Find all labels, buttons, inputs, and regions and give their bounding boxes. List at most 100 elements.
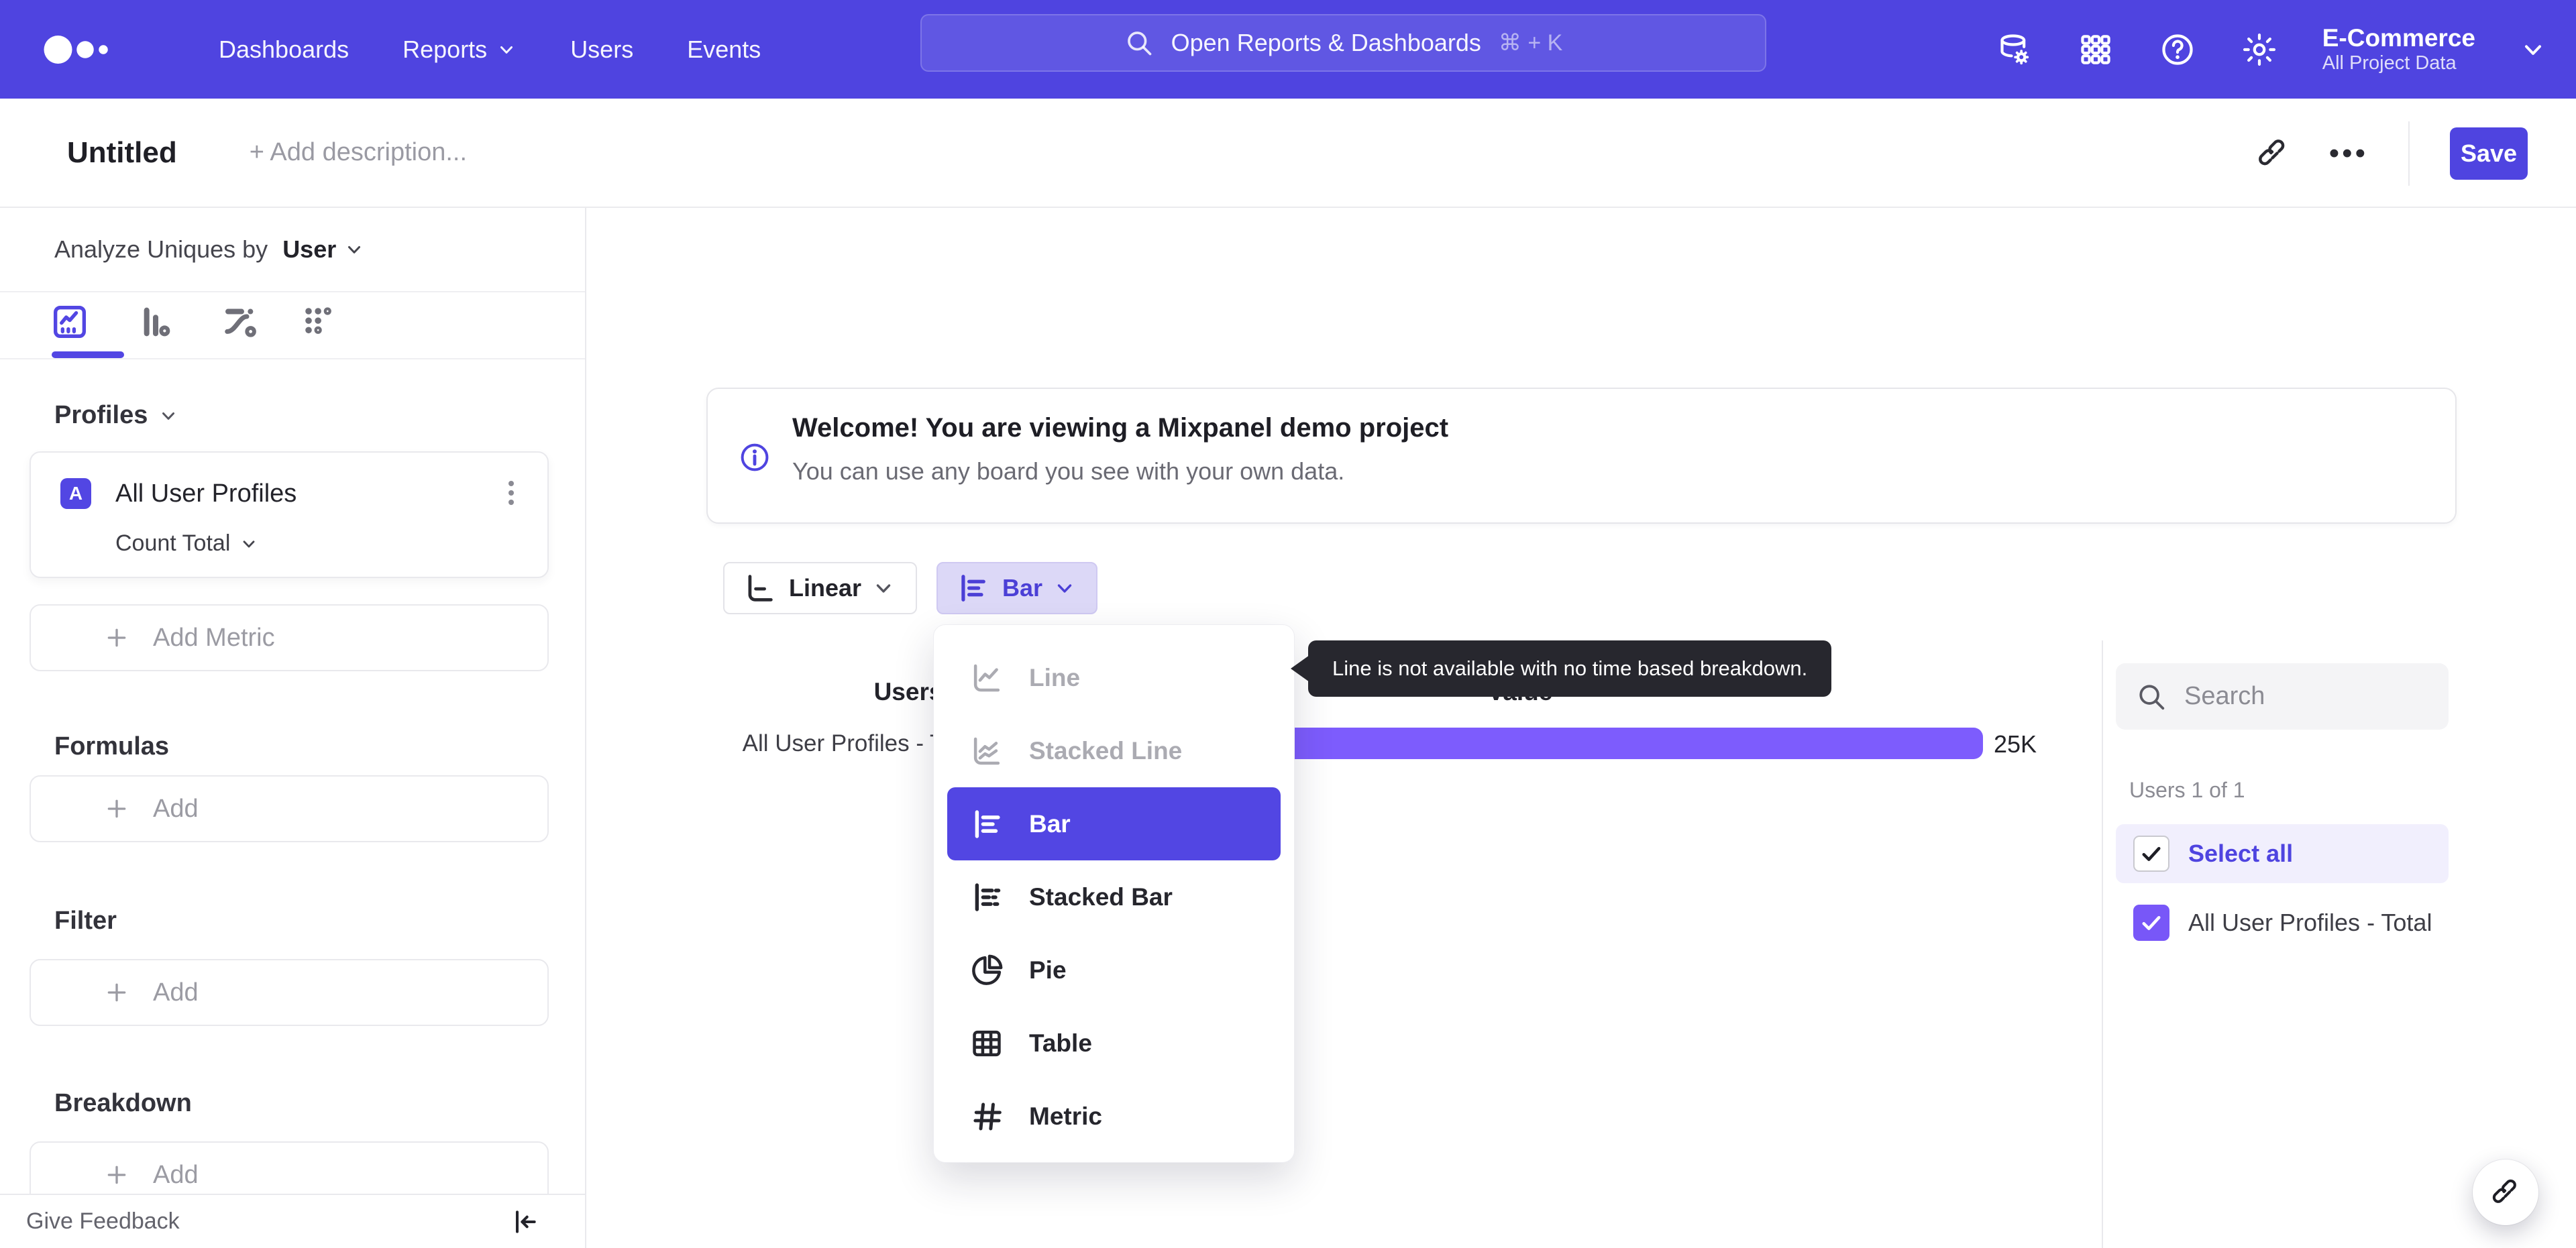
- profiles-label: Profiles: [54, 401, 148, 429]
- nav-item-dashboards[interactable]: Dashboards: [192, 36, 376, 64]
- plus-icon: [107, 799, 126, 818]
- add-formula-label: Add: [153, 794, 199, 823]
- add-metric-button[interactable]: Add Metric: [30, 604, 549, 671]
- project-switcher[interactable]: E-Commerce All Project Data: [2322, 24, 2475, 75]
- search-icon: [1127, 32, 1151, 56]
- chart-type-menu: Line Stacked Line Bar Stacked Bar Pie Ta…: [933, 624, 1295, 1163]
- analyze-by-label: Analyze Uniques by: [54, 235, 268, 263]
- plus-icon: [107, 1166, 126, 1184]
- global-search-button[interactable]: Open Reports & Dashboards ⌘ + K: [920, 14, 1766, 72]
- nav-item-events[interactable]: Events: [660, 36, 788, 64]
- series-count-label: Users 1 of 1: [2129, 778, 2245, 802]
- stacked-bar-chart-icon: [969, 879, 1005, 915]
- nav-item-label: Users: [570, 35, 634, 63]
- aggregation-value: Count Total: [115, 530, 231, 556]
- add-filter-button[interactable]: Add: [30, 959, 549, 1026]
- bar-chart-icon: [955, 571, 990, 606]
- chart-type-dropdown-button[interactable]: Bar: [936, 562, 1097, 614]
- nav-item-users[interactable]: Users: [543, 36, 660, 64]
- menu-item-table[interactable]: Table: [947, 1007, 1281, 1080]
- series-row-all-user-profiles-total[interactable]: All User Profiles - Total: [2116, 893, 2449, 952]
- line-disabled-tooltip: Line is not available with no time based…: [1291, 640, 1832, 697]
- chevron-down-icon: [348, 246, 361, 253]
- hash-metric-icon: [969, 1098, 1005, 1135]
- metric-badge: A: [60, 478, 91, 509]
- tab-insights-icon[interactable]: [48, 300, 91, 343]
- give-feedback-link[interactable]: Give Feedback: [26, 1208, 180, 1235]
- metric-name: All User Profiles: [115, 479, 297, 508]
- bar-value-label: 25K: [1994, 730, 2037, 758]
- table-icon: [969, 1025, 1005, 1062]
- mixpanel-logo[interactable]: [43, 34, 144, 66]
- nav-item-label: Events: [687, 35, 761, 63]
- add-formula-button[interactable]: Add: [30, 775, 549, 842]
- copy-link-fab[interactable]: [2473, 1159, 2538, 1225]
- metric-card-all-user-profiles[interactable]: A All User Profiles Count Total: [30, 451, 549, 578]
- banner-subtitle: You can use any board you see with your …: [792, 457, 1345, 485]
- right-rail-divider: [2102, 640, 2103, 1248]
- menu-item-bar[interactable]: Bar: [947, 787, 1281, 860]
- top-nav-links: Dashboards Reports Users Events: [192, 36, 788, 64]
- breakdown-label: Breakdown: [54, 1089, 192, 1117]
- save-button[interactable]: Save: [2450, 127, 2528, 180]
- nav-item-label: Dashboards: [219, 35, 350, 63]
- tooltip-arrow: [1291, 655, 1309, 682]
- help-icon[interactable]: [2159, 31, 2196, 68]
- menu-item-stacked-line[interactable]: Stacked Line: [947, 714, 1281, 787]
- menu-item-metric[interactable]: Metric: [947, 1080, 1281, 1153]
- aggregation-dropdown[interactable]: Count Total: [115, 530, 258, 557]
- link-icon: [2491, 1178, 2520, 1207]
- add-description-field[interactable]: + Add description...: [250, 138, 467, 167]
- line-chart-icon: [969, 660, 1005, 696]
- tab-retention-icon[interactable]: [298, 300, 341, 343]
- report-title[interactable]: Untitled: [67, 136, 177, 170]
- project-scope: All Project Data: [2322, 52, 2457, 74]
- apps-grid-icon[interactable]: [2077, 31, 2114, 68]
- analyze-by-value: User: [282, 235, 337, 263]
- banner-title: Welcome! You are viewing a Mixpanel demo…: [792, 413, 1449, 443]
- series-checkbox[interactable]: [2133, 905, 2169, 941]
- settings-gear-icon[interactable]: [2241, 31, 2278, 68]
- sidebar-tabs: [0, 292, 585, 359]
- mixpanel-logo-icon: [44, 35, 108, 64]
- menu-item-label: Line: [1029, 663, 1081, 691]
- tab-funnels-icon[interactable]: [134, 300, 177, 343]
- top-nav-right: E-Commerce All Project Data: [1995, 0, 2546, 99]
- kebab-menu-icon[interactable]: [495, 477, 527, 509]
- menu-item-stacked-bar[interactable]: Stacked Bar: [947, 860, 1281, 933]
- stacked-line-chart-icon: [969, 733, 1005, 769]
- global-search-placeholder: Open Reports & Dashboards: [1171, 29, 1481, 56]
- pie-chart-icon: [969, 952, 1005, 988]
- series-search-input[interactable]: [2184, 682, 2426, 711]
- nav-item-reports[interactable]: Reports: [376, 36, 543, 64]
- more-options-button[interactable]: •••: [2329, 138, 2368, 168]
- menu-item-label: Stacked Bar: [1029, 883, 1173, 911]
- axis-scale-icon: [742, 571, 777, 606]
- add-breakdown-label: Add: [153, 1160, 199, 1189]
- chevron-down-icon: [876, 584, 891, 593]
- select-all-checkbox[interactable]: [2133, 836, 2169, 872]
- profiles-section-header[interactable]: Profiles: [54, 401, 178, 430]
- add-filter-label: Add: [153, 978, 199, 1007]
- menu-item-label: Pie: [1029, 956, 1067, 984]
- project-chevron-down-icon[interactable]: [2520, 36, 2546, 63]
- menu-item-label: Metric: [1029, 1102, 1102, 1130]
- analyze-by-row: Analyze Uniques by User: [0, 208, 585, 292]
- analyze-by-dropdown[interactable]: User: [282, 235, 364, 264]
- add-metric-label: Add Metric: [153, 623, 275, 652]
- menu-item-line[interactable]: Line: [947, 641, 1281, 714]
- menu-item-label: Table: [1029, 1029, 1092, 1057]
- data-management-icon[interactable]: [1995, 31, 2033, 68]
- header-divider: [2408, 121, 2410, 186]
- project-name: E-Commerce: [2322, 23, 2475, 52]
- collapse-sidebar-icon[interactable]: [510, 1207, 539, 1237]
- filter-label: Filter: [54, 907, 117, 935]
- select-all-row[interactable]: Select all: [2116, 824, 2449, 883]
- scale-dropdown-button[interactable]: Linear: [723, 562, 917, 614]
- plus-icon: [107, 983, 126, 1002]
- menu-item-pie[interactable]: Pie: [947, 933, 1281, 1007]
- report-header: Untitled + Add description... ••• Save: [0, 99, 2576, 208]
- copy-link-icon[interactable]: [2257, 137, 2289, 170]
- tab-flows-icon[interactable]: [217, 300, 260, 343]
- mixpanel-app: Dashboards Reports Users Events Open Rep…: [0, 0, 2576, 1248]
